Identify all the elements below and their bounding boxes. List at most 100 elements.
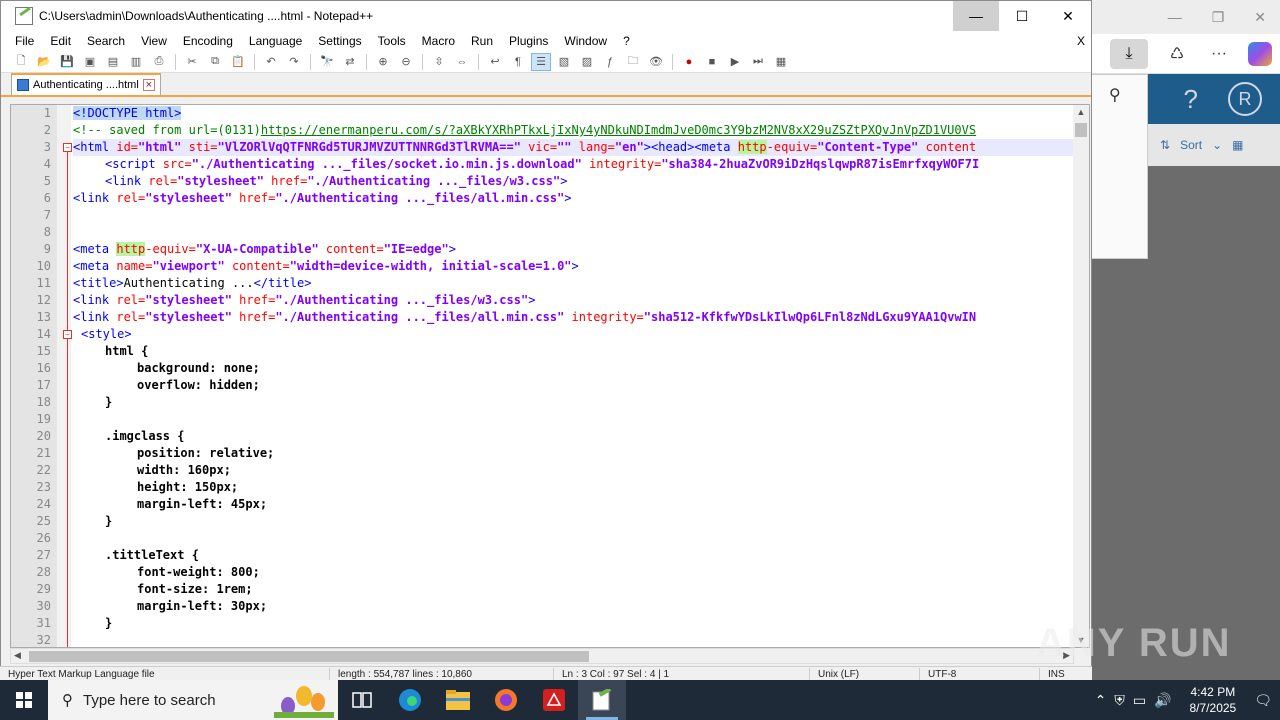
- menu-edit[interactable]: Edit: [42, 34, 79, 48]
- sync-horizontal-icon[interactable]: ⇔: [452, 53, 472, 71]
- edge-browser-icon[interactable]: [386, 680, 434, 720]
- doc-map-icon[interactable]: ▨: [577, 53, 597, 71]
- menu-help[interactable]: ?: [615, 34, 638, 48]
- pin-icon[interactable]: ⚲: [1109, 85, 1121, 105]
- code-line: margin-left: 30px;: [137, 599, 268, 613]
- close-all-icon[interactable]: ▥: [126, 53, 146, 71]
- menu-encoding[interactable]: Encoding: [175, 34, 241, 48]
- play-macro-icon[interactable]: ▶: [725, 53, 745, 71]
- close-button[interactable]: ✕: [1045, 1, 1091, 31]
- start-button[interactable]: [0, 680, 48, 720]
- redo-icon[interactable]: ↷: [284, 53, 304, 71]
- sync-vertical-icon[interactable]: ⇳: [429, 53, 449, 71]
- cut-icon[interactable]: ✂: [182, 53, 202, 71]
- close-document-button[interactable]: X: [1077, 34, 1085, 48]
- minimize-button[interactable]: —: [953, 1, 999, 31]
- task-view-icon[interactable]: [338, 680, 386, 720]
- menu-settings[interactable]: Settings: [310, 34, 369, 48]
- menu-view[interactable]: View: [133, 34, 175, 48]
- find-icon[interactable]: 🔭: [317, 53, 337, 71]
- zoom-in-icon[interactable]: ⊕: [373, 53, 393, 71]
- toolbar: 🗋 📂 💾 ▣ ▤ ▥ ⎙ ✂ ⧉ 📋 ↶ ↷ 🔭 ⇄ ⊕ ⊖ ⇳ ⇔ ↩ ¶ …: [1, 51, 1091, 73]
- code-text-area[interactable]: <!DOCTYPE html> <!-- saved from url=(013…: [73, 105, 1073, 647]
- show-all-chars-icon[interactable]: ¶: [508, 53, 528, 71]
- taskbar-search-box[interactable]: ⚲ Type here to search: [48, 680, 338, 720]
- menu-file[interactable]: File: [7, 34, 42, 48]
- open-file-icon[interactable]: 📂: [34, 53, 54, 71]
- record-macro-icon[interactable]: ●: [679, 53, 699, 71]
- menu-window[interactable]: Window: [556, 34, 615, 48]
- system-tray: ⌃ ⛨ ▭ 🔊 4:42 PM 8/7/2025 🗨: [1095, 684, 1280, 716]
- fold-margin: [57, 105, 71, 647]
- folder-workspace-icon[interactable]: 🗀: [623, 53, 643, 71]
- close-tab-icon[interactable]: ×: [142, 79, 155, 91]
- show-hidden-icons-icon[interactable]: ⌃: [1095, 692, 1107, 709]
- more-options-icon[interactable]: ···: [1206, 41, 1232, 67]
- vertical-scroll-thumb[interactable]: [1075, 123, 1087, 137]
- stop-macro-icon[interactable]: ■: [702, 53, 722, 71]
- extensions-icon[interactable]: ♺: [1164, 41, 1190, 67]
- network-icon[interactable]: ▭: [1133, 692, 1146, 709]
- copy-icon[interactable]: ⧉: [205, 53, 225, 71]
- undo-icon[interactable]: ↶: [261, 53, 281, 71]
- save-all-icon[interactable]: ▣: [80, 53, 100, 71]
- clock-time: 4:42 PM: [1190, 685, 1236, 699]
- replace-icon[interactable]: ⇄: [340, 53, 360, 71]
- menu-search[interactable]: Search: [79, 34, 133, 48]
- horizontal-scroll-thumb[interactable]: [29, 651, 589, 662]
- word-wrap-icon[interactable]: ↩: [485, 53, 505, 71]
- tab-authenticating-html[interactable]: Authenticating ....html ×: [11, 73, 161, 95]
- volume-icon[interactable]: 🔊: [1154, 692, 1171, 709]
- close-file-icon[interactable]: ▤: [103, 53, 123, 71]
- udl-icon[interactable]: ▧: [554, 53, 574, 71]
- menu-macro[interactable]: Macro: [414, 34, 463, 48]
- line-number: 13: [36, 310, 51, 324]
- save-macro-icon[interactable]: ▦: [771, 53, 791, 71]
- fold-toggle-icon[interactable]: −: [63, 330, 72, 339]
- fold-toggle-icon[interactable]: −: [63, 143, 72, 152]
- file-explorer-icon[interactable]: [434, 680, 482, 720]
- code-line: html {: [105, 344, 149, 358]
- save-icon[interactable]: 💾: [57, 53, 77, 71]
- menu-tools[interactable]: Tools: [370, 34, 414, 48]
- browser-restore-button[interactable]: ❐: [1212, 9, 1225, 26]
- downloads-icon[interactable]: ⤓: [1110, 38, 1148, 69]
- print-icon[interactable]: ⎙: [149, 53, 169, 71]
- vertical-scrollbar[interactable]: ▲ ▼: [1073, 105, 1089, 647]
- new-file-icon[interactable]: 🗋: [11, 53, 31, 71]
- view-icon[interactable]: ▦: [1232, 138, 1243, 152]
- search-placeholder: Type here to search: [83, 691, 216, 709]
- copilot-icon[interactable]: [1248, 41, 1272, 66]
- browser-minimize-button[interactable]: —: [1168, 9, 1182, 25]
- menu-run[interactable]: Run: [463, 34, 501, 48]
- clock-date: 8/7/2025: [1189, 701, 1237, 715]
- browser-close-button[interactable]: ✕: [1254, 9, 1266, 26]
- security-icon[interactable]: ⛨: [1114, 692, 1125, 709]
- line-number-gutter: 1 2 3 4 5 6 7 8 9 10 11 12 13 14 15 16 17 18 19 20 21 22 23 24 2…: [11, 105, 57, 647]
- zoom-out-icon[interactable]: ⊖: [396, 53, 416, 71]
- scroll-up-icon[interactable]: ▲: [1073, 107, 1089, 117]
- code-line: width: 160px;: [137, 463, 231, 477]
- menu-plugins[interactable]: Plugins: [501, 34, 556, 48]
- menu-language[interactable]: Language: [241, 34, 310, 48]
- paste-icon[interactable]: 📋: [228, 53, 248, 71]
- notepadpp-taskbar-icon[interactable]: [578, 680, 626, 720]
- firefox-icon[interactable]: [482, 680, 530, 720]
- horizontal-scrollbar[interactable]: ◀ ▶: [10, 648, 1074, 664]
- monitoring-icon[interactable]: 👁: [646, 53, 666, 71]
- acrobat-reader-icon[interactable]: [530, 680, 578, 720]
- avatar[interactable]: R: [1228, 82, 1262, 116]
- maximize-button[interactable]: ☐: [999, 1, 1045, 31]
- sort-button[interactable]: Sort: [1180, 138, 1202, 152]
- notifications-icon[interactable]: 🗨: [1254, 692, 1272, 709]
- clock[interactable]: 4:42 PM 8/7/2025: [1190, 684, 1237, 716]
- code-editor[interactable]: 1 2 3 4 5 6 7 8 9 10 11 12 13 14 15 16 17 18 19 20 21 22 23 24 2…: [10, 104, 1090, 648]
- chevron-down-icon[interactable]: ⌄: [1212, 138, 1222, 152]
- scroll-left-icon[interactable]: ◀: [14, 650, 21, 661]
- line-number: 8: [43, 225, 51, 239]
- function-list-icon[interactable]: ƒ: [600, 53, 620, 71]
- help-icon[interactable]: ?: [1184, 84, 1198, 115]
- run-macro-multiple-icon[interactable]: ⏭: [748, 53, 768, 71]
- indent-guide-icon[interactable]: ☰: [531, 52, 551, 71]
